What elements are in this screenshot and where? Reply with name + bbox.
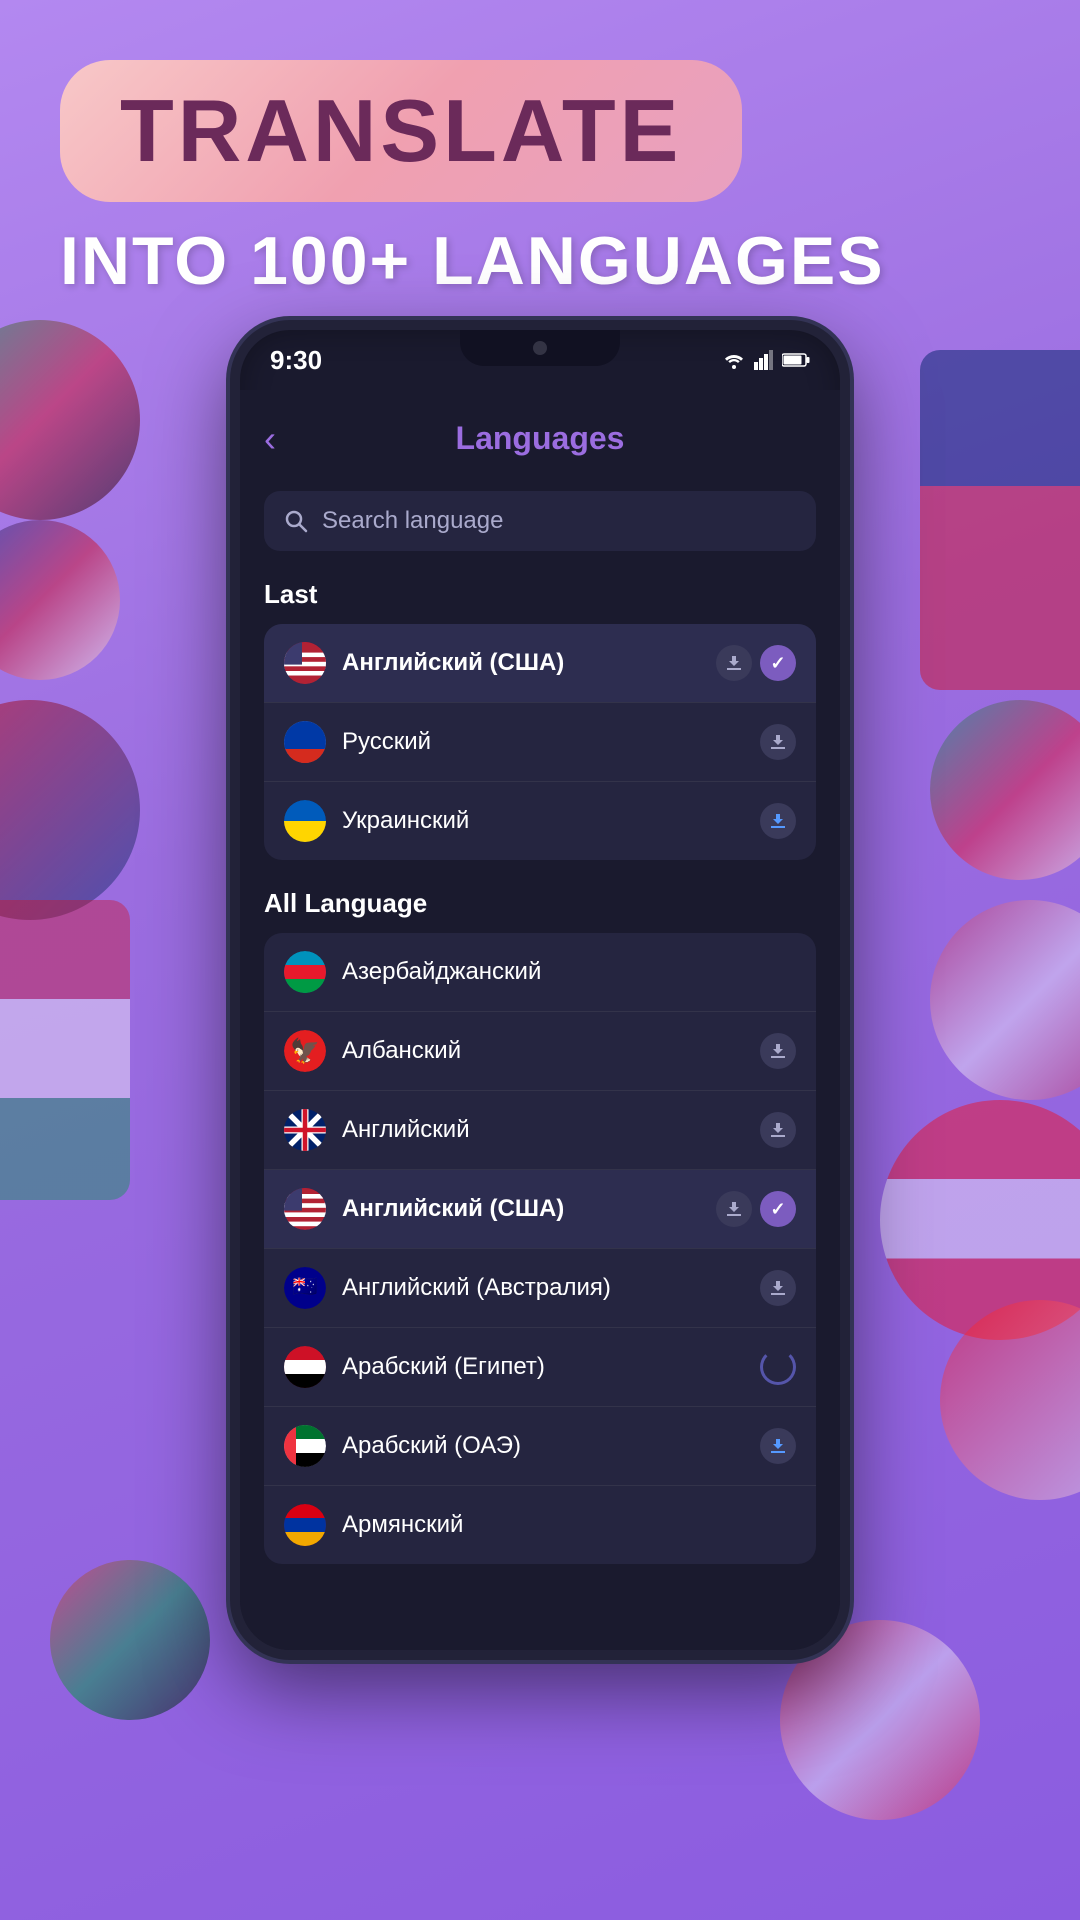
flag-ru bbox=[284, 721, 326, 763]
signal-icon bbox=[754, 350, 774, 370]
phone-mockup: 9:30 bbox=[230, 320, 850, 1660]
check-icon: ✓ bbox=[760, 1191, 796, 1227]
search-placeholder: Search language bbox=[322, 507, 503, 535]
list-item[interactable]: 🦅 Албанский bbox=[264, 1012, 816, 1091]
download-icon bbox=[716, 645, 752, 681]
loading-indicator bbox=[760, 1349, 796, 1385]
language-name: Русский bbox=[342, 728, 744, 756]
download-icon bbox=[760, 1112, 796, 1148]
flag-ua bbox=[284, 800, 326, 842]
flag-gb bbox=[284, 1109, 326, 1151]
list-item[interactable]: Азербайджанский bbox=[264, 933, 816, 1012]
list-item[interactable]: Армянский bbox=[264, 1486, 816, 1564]
list-item[interactable]: 🇦🇺 Английский (Австралия) bbox=[264, 1249, 816, 1328]
language-name: Азербайджанский bbox=[342, 958, 796, 986]
subtitle-text: INTO 100+ LANGUAGES bbox=[60, 223, 885, 299]
battery-icon bbox=[782, 352, 810, 368]
phone-frame: 9:30 bbox=[230, 320, 850, 1660]
item-icons: ✓ bbox=[716, 1191, 796, 1227]
last-language-group: Английский (США) ✓ Русский bbox=[264, 624, 816, 860]
flag-al: 🦅 bbox=[284, 1030, 326, 1072]
download-icon bbox=[716, 1191, 752, 1227]
phone-notch bbox=[460, 330, 620, 366]
back-button[interactable]: ‹ bbox=[264, 418, 276, 460]
download-icon bbox=[760, 1428, 796, 1464]
item-icons: ✓ bbox=[716, 645, 796, 681]
search-icon bbox=[284, 509, 308, 533]
list-item[interactable]: Арабский (Египет) bbox=[264, 1328, 816, 1407]
language-name: Армянский bbox=[342, 1511, 796, 1539]
phone-content: ‹ Languages Search language Last bbox=[240, 390, 840, 1650]
download-icon bbox=[760, 1033, 796, 1069]
list-item[interactable]: Русский bbox=[264, 703, 816, 782]
flag-ae bbox=[284, 1425, 326, 1467]
language-name: Арабский (Египет) bbox=[342, 1353, 744, 1381]
status-time: 9:30 bbox=[270, 345, 322, 376]
list-item[interactable]: Английский bbox=[264, 1091, 816, 1170]
status-icons bbox=[722, 350, 810, 370]
flag-eg bbox=[284, 1346, 326, 1388]
all-section-label: All Language bbox=[264, 888, 816, 919]
flag-am bbox=[284, 1504, 326, 1546]
list-item[interactable]: Арабский (ОАЭ) bbox=[264, 1407, 816, 1486]
app-header: ‹ Languages bbox=[264, 410, 816, 467]
language-name: Английский bbox=[342, 1116, 744, 1144]
check-icon: ✓ bbox=[760, 645, 796, 681]
list-item[interactable]: Английский (США) ✓ bbox=[264, 624, 816, 703]
svg-text:🇦🇺: 🇦🇺 bbox=[293, 1274, 318, 1298]
search-bar[interactable]: Search language bbox=[264, 491, 816, 551]
download-icon bbox=[760, 803, 796, 839]
list-item[interactable]: Украинский bbox=[264, 782, 816, 860]
all-language-group: Азербайджанский 🦅 Албанский bbox=[264, 933, 816, 1564]
language-name: Арабский (ОАЭ) bbox=[342, 1432, 744, 1460]
camera-dot bbox=[533, 341, 547, 355]
language-name: Албанский bbox=[342, 1037, 744, 1065]
last-section-label: Last bbox=[264, 579, 816, 610]
flag-az bbox=[284, 951, 326, 993]
svg-text:🦅: 🦅 bbox=[290, 1036, 320, 1065]
language-name: Английский (США) bbox=[342, 1195, 700, 1223]
translate-badge: TRANSLATE bbox=[60, 60, 742, 202]
header-title: Languages bbox=[456, 420, 625, 457]
language-name: Английский (Австралия) bbox=[342, 1274, 744, 1302]
flag-us bbox=[284, 1188, 326, 1230]
translate-text: TRANSLATE bbox=[120, 81, 682, 180]
flag-au: 🇦🇺 bbox=[284, 1267, 326, 1309]
download-icon bbox=[760, 1270, 796, 1306]
wifi-icon bbox=[722, 350, 746, 370]
download-icon bbox=[760, 724, 796, 760]
list-item[interactable]: Английский (США) ✓ bbox=[264, 1170, 816, 1249]
language-name: Английский (США) bbox=[342, 649, 700, 677]
flag-us bbox=[284, 642, 326, 684]
language-name: Украинский bbox=[342, 807, 744, 835]
top-section: TRANSLATE INTO 100+ LANGUAGES bbox=[0, 0, 1080, 330]
